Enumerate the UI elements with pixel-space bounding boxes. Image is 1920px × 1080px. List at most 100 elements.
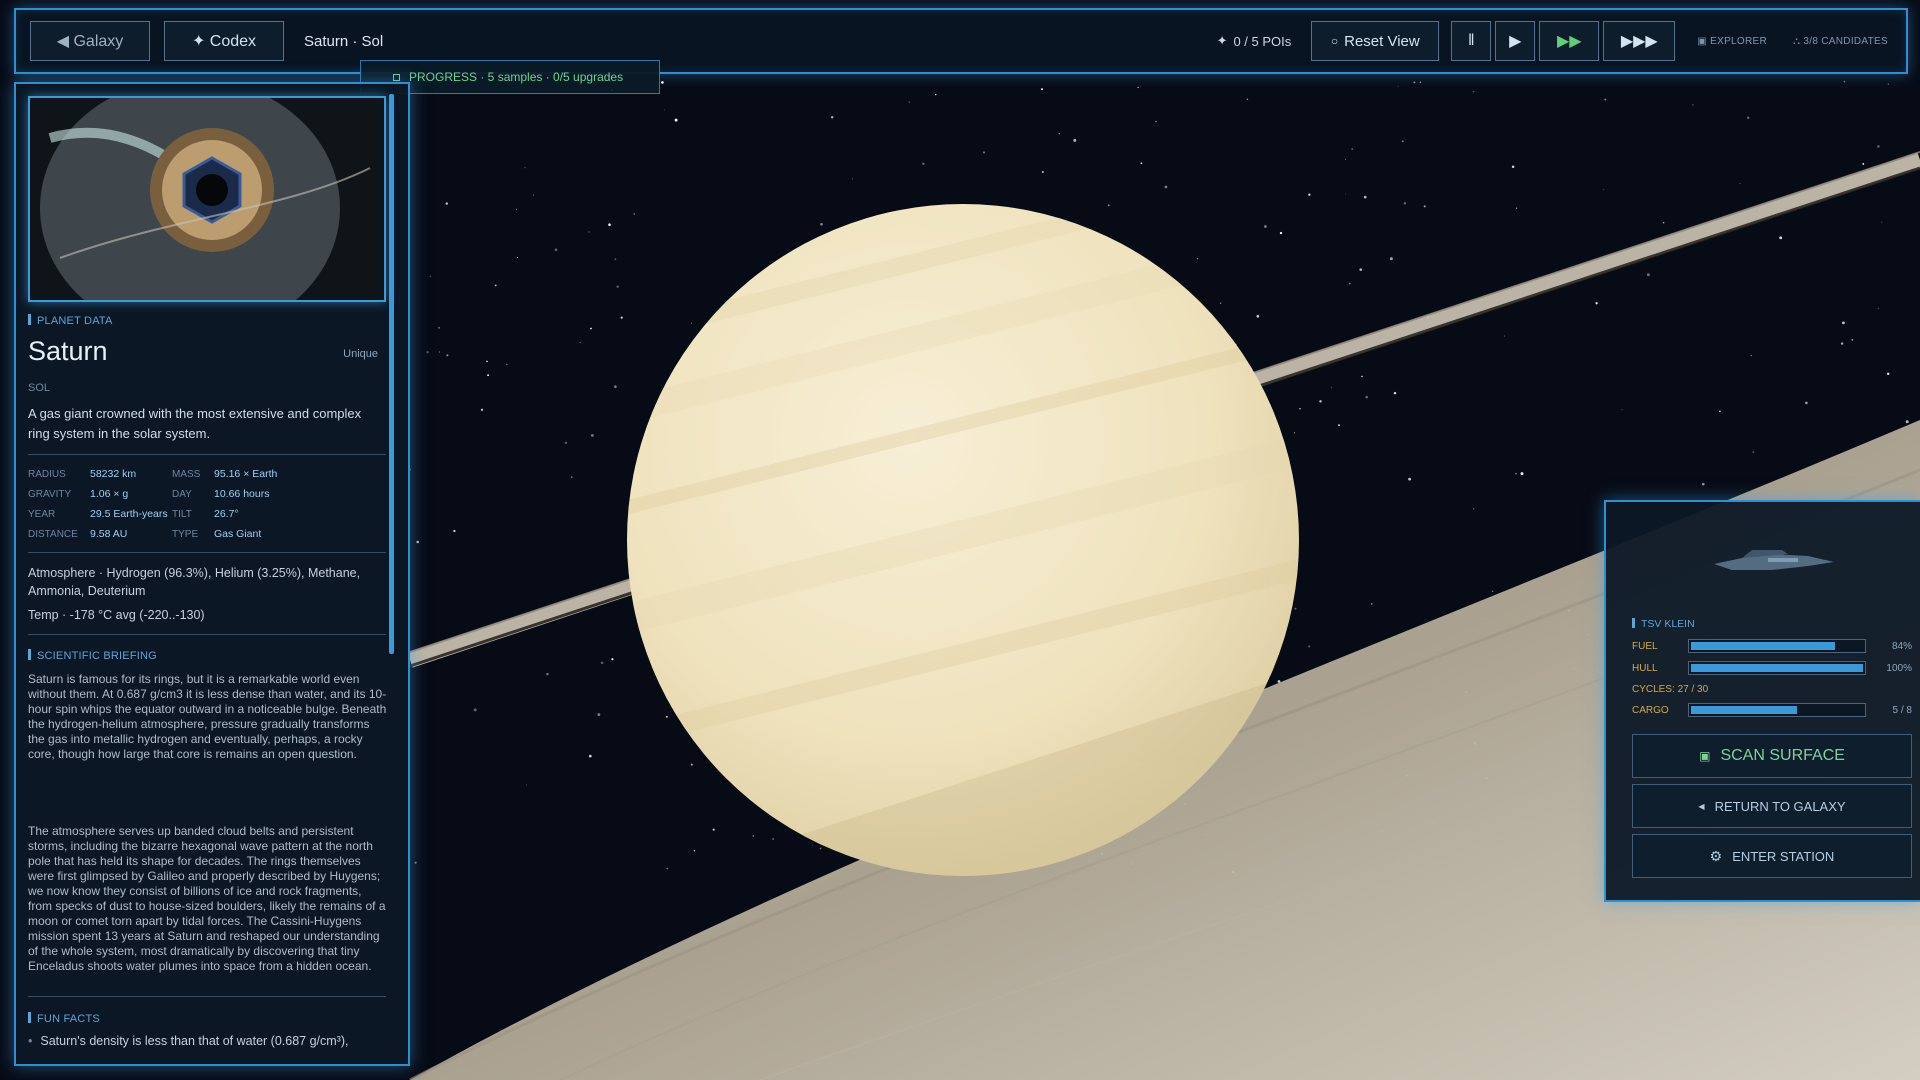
star	[439, 351, 441, 353]
star	[908, 101, 910, 103]
star	[1779, 236, 1783, 240]
explorer-mode[interactable]: ▣ EXPLORER	[1697, 36, 1767, 47]
panel-scrollbar[interactable]	[389, 94, 394, 654]
star	[414, 861, 417, 864]
star	[588, 231, 590, 233]
star	[1515, 473, 1517, 475]
star	[1040, 88, 1044, 91]
star	[516, 208, 517, 210]
codex-button[interactable]: ✦ Codex	[164, 21, 284, 61]
cargo-track	[1688, 703, 1866, 717]
star	[579, 341, 581, 344]
star	[1408, 477, 1411, 481]
play-button[interactable]: ▶	[1495, 21, 1536, 61]
stat-key: MASS	[172, 468, 201, 480]
fast-forward-button[interactable]: ▶▶	[1539, 21, 1600, 61]
star	[1365, 395, 1369, 399]
planet-description: A gas giant crowned with the most extens…	[28, 406, 362, 441]
candidates-counter[interactable]: ⛬ 3/8 CANDIDATES	[1793, 36, 1888, 47]
planet-thumbnail	[28, 96, 386, 302]
star	[1739, 182, 1741, 184]
star	[1750, 354, 1752, 357]
star	[546, 672, 549, 676]
poi-counter: ✦ 0 / 5 POIs	[1217, 33, 1292, 49]
star	[1363, 195, 1367, 199]
star-icon: ✦	[1216, 33, 1228, 48]
return-to-galaxy-button[interactable]: ◀ RETURN TO GALAXY	[1632, 784, 1912, 828]
stat-value: 26.7°	[214, 508, 239, 520]
enter-station-label: ENTER STATION	[1732, 848, 1835, 864]
star	[600, 661, 604, 665]
briefing-paragraph: The atmosphere serves up banded cloud be…	[28, 824, 386, 973]
hull-track	[1688, 661, 1866, 675]
star	[752, 835, 755, 837]
star	[674, 118, 678, 122]
star	[486, 360, 488, 363]
hull-value: 100%	[1886, 662, 1912, 674]
star	[1246, 98, 1249, 101]
star	[1719, 410, 1721, 413]
star	[935, 93, 937, 96]
star	[1401, 140, 1404, 143]
star	[812, 844, 814, 846]
star	[1473, 508, 1475, 510]
star	[1752, 451, 1755, 453]
star	[1155, 120, 1157, 123]
hexagon-pole-image	[30, 98, 384, 300]
top-toolbar: ◀ Galaxy ✦ Codex Saturn · Sol ✦ 0 / 5 PO…	[14, 8, 1908, 74]
star	[473, 708, 477, 712]
star	[1851, 339, 1854, 341]
star	[416, 540, 419, 544]
star	[532, 194, 534, 196]
stat-value: 10.66 hours	[214, 488, 270, 500]
star	[1256, 315, 1260, 318]
pause-button[interactable]: ‖	[1451, 21, 1492, 61]
star	[446, 354, 449, 357]
star	[1403, 202, 1407, 205]
star	[1344, 193, 1346, 195]
cargo-value: 5 / 8	[1892, 704, 1912, 716]
nodes-icon: ⛬	[1793, 35, 1801, 47]
star	[1491, 590, 1494, 592]
star	[445, 202, 448, 205]
star	[1862, 162, 1865, 165]
scan-surface-button[interactable]: ▣ SCAN SURFACE	[1632, 734, 1912, 778]
star	[830, 115, 834, 119]
galaxy-button[interactable]: ◀ Galaxy	[30, 21, 150, 61]
star	[1219, 302, 1222, 304]
arrow-left-icon: ◀	[1698, 801, 1705, 811]
enter-station-button[interactable]: ⚙ ENTER STATION	[1632, 834, 1912, 878]
star	[1264, 225, 1267, 228]
stat-row: DISTANCE 9.58 AU TYPE Gas Giant	[28, 524, 388, 544]
reset-view-button[interactable]: ○ Reset View	[1311, 21, 1440, 61]
star	[1840, 342, 1844, 345]
poi-count: 0 / 5 POIs	[1233, 33, 1292, 49]
ship-name: TSV KLEIN	[1632, 618, 1695, 630]
star	[1393, 391, 1397, 395]
progress-square-icon	[393, 74, 400, 81]
stat-row: GRAVITY 1.06 × g DAY 10.66 hours	[28, 484, 388, 504]
star	[1294, 432, 1295, 434]
fun-fact-item: Saturn's density is less than that of wa…	[28, 1034, 388, 1048]
star	[1520, 472, 1524, 476]
star	[1887, 83, 1889, 85]
star	[1058, 133, 1060, 135]
star	[1413, 81, 1416, 84]
star	[1473, 91, 1475, 93]
faster-forward-button[interactable]: ▶▶▶	[1603, 21, 1676, 61]
star	[1702, 482, 1705, 486]
star	[1646, 273, 1650, 277]
star	[1621, 409, 1623, 411]
fuel-bar: FUEL 84%	[1632, 638, 1912, 654]
star	[1338, 424, 1340, 427]
star	[564, 441, 568, 445]
progress-text: PROGRESS · 5 samples · 0/5 upgrades	[409, 70, 624, 84]
stat-value: 58232 km	[90, 468, 137, 480]
divider	[28, 454, 386, 455]
star	[851, 178, 853, 180]
stat-row: RADIUS 58232 km MASS 95.16 × Earth	[28, 464, 388, 484]
reset-view-label: Reset View	[1344, 32, 1420, 50]
stat-key: TILT	[172, 508, 192, 520]
star	[690, 322, 692, 324]
star	[922, 162, 925, 165]
